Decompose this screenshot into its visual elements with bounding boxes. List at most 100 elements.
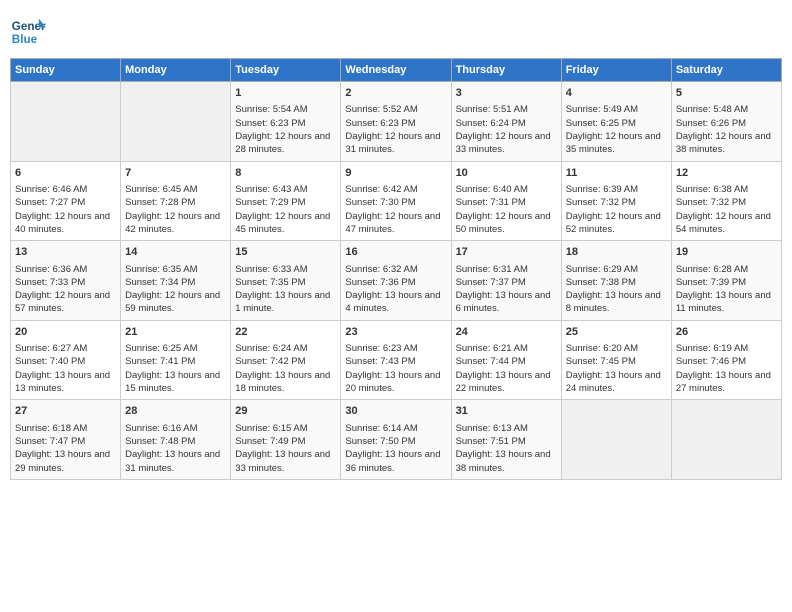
calendar-cell: 3 Sunrise: 5:51 AMSunset: 6:24 PMDaylight… [451, 82, 561, 162]
day-info: Sunrise: 5:51 AMSunset: 6:24 PMDaylight:… [456, 103, 557, 156]
calendar-cell: 4 Sunrise: 5:49 AMSunset: 6:25 PMDaylight… [561, 82, 671, 162]
weekday-header-saturday: Saturday [671, 59, 781, 82]
day-number: 10 [456, 166, 557, 181]
calendar-cell: 7 Sunrise: 6:45 AMSunset: 7:28 PMDaylight… [121, 161, 231, 241]
calendar-cell: 8 Sunrise: 6:43 AMSunset: 7:29 PMDaylight… [231, 161, 341, 241]
calendar-cell: 9 Sunrise: 6:42 AMSunset: 7:30 PMDaylight… [341, 161, 451, 241]
day-info: Sunrise: 6:28 AMSunset: 7:39 PMDaylight:… [676, 263, 777, 316]
day-info: Sunrise: 5:52 AMSunset: 6:23 PMDaylight:… [345, 103, 446, 156]
day-number: 7 [125, 166, 226, 181]
day-number: 29 [235, 404, 336, 419]
calendar-table: SundayMondayTuesdayWednesdayThursdayFrid… [10, 58, 782, 480]
day-number: 23 [345, 325, 446, 340]
day-info: Sunrise: 6:13 AMSunset: 7:51 PMDaylight:… [456, 422, 557, 475]
day-info: Sunrise: 6:31 AMSunset: 7:37 PMDaylight:… [456, 263, 557, 316]
day-number: 20 [15, 325, 116, 340]
day-info: Sunrise: 6:43 AMSunset: 7:29 PMDaylight:… [235, 183, 336, 236]
calendar-cell: 18Sunrise: 6:29 AMSunset: 7:38 PMDayligh… [561, 241, 671, 321]
day-number: 3 [456, 86, 557, 101]
day-info: Sunrise: 6:32 AMSunset: 7:36 PMDaylight:… [345, 263, 446, 316]
calendar-cell: 27 Sunrise: 6:18 AMSunset: 7:47 PMDayligh… [11, 400, 121, 480]
calendar-cell: 2 Sunrise: 5:52 AMSunset: 6:23 PMDaylight… [341, 82, 451, 162]
day-info: Sunrise: 6:46 AMSunset: 7:27 PMDaylight:… [15, 183, 116, 236]
calendar-cell: 16 Sunrise: 6:32 AMSunset: 7:36 PMDayligh… [341, 241, 451, 321]
calendar-cell: 12 Sunrise: 6:38 AMSunset: 7:32 PMDayligh… [671, 161, 781, 241]
day-number: 1 [235, 86, 336, 101]
day-number: 12 [676, 166, 777, 181]
calendar-cell: 31 Sunrise: 6:13 AMSunset: 7:51 PMDayligh… [451, 400, 561, 480]
day-info: Sunrise: 6:40 AMSunset: 7:31 PMDaylight:… [456, 183, 557, 236]
calendar-cell: 21Sunrise: 6:25 AMSunset: 7:41 PMDayligh… [121, 320, 231, 400]
calendar-cell: 20 Sunrise: 6:27 AMSunset: 7:40 PMDayligh… [11, 320, 121, 400]
calendar-cell: 11 Sunrise: 6:39 AMSunset: 7:32 PMDayligh… [561, 161, 671, 241]
calendar-cell [561, 400, 671, 480]
day-number: 2 [345, 86, 446, 101]
weekday-header-friday: Friday [561, 59, 671, 82]
day-number: 4 [566, 86, 667, 101]
day-info: Sunrise: 6:27 AMSunset: 7:40 PMDaylight:… [15, 342, 116, 395]
day-number: 17 [456, 245, 557, 260]
day-number: 6 [15, 166, 116, 181]
svg-text:Blue: Blue [12, 33, 38, 46]
day-info: Sunrise: 6:20 AMSunset: 7:45 PMDaylight:… [566, 342, 667, 395]
day-info: Sunrise: 6:45 AMSunset: 7:28 PMDaylight:… [125, 183, 226, 236]
day-info: Sunrise: 6:25 AMSunset: 7:41 PMDaylight:… [125, 342, 226, 395]
day-number: 22 [235, 325, 336, 340]
day-number: 27 [15, 404, 116, 419]
calendar-cell: 25 Sunrise: 6:20 AMSunset: 7:45 PMDayligh… [561, 320, 671, 400]
day-info: Sunrise: 6:39 AMSunset: 7:32 PMDaylight:… [566, 183, 667, 236]
weekday-header-thursday: Thursday [451, 59, 561, 82]
day-info: Sunrise: 6:21 AMSunset: 7:44 PMDaylight:… [456, 342, 557, 395]
calendar-cell: 5 Sunrise: 5:48 AMSunset: 6:26 PMDaylight… [671, 82, 781, 162]
day-info: Sunrise: 6:14 AMSunset: 7:50 PMDaylight:… [345, 422, 446, 475]
weekday-header-monday: Monday [121, 59, 231, 82]
day-number: 5 [676, 86, 777, 101]
day-info: Sunrise: 6:33 AMSunset: 7:35 PMDaylight:… [235, 263, 336, 316]
day-number: 11 [566, 166, 667, 181]
day-info: Sunrise: 6:24 AMSunset: 7:42 PMDaylight:… [235, 342, 336, 395]
day-info: Sunrise: 5:49 AMSunset: 6:25 PMDaylight:… [566, 103, 667, 156]
page-header: General Blue [10, 10, 782, 50]
day-info: Sunrise: 6:29 AMSunset: 7:38 PMDaylight:… [566, 263, 667, 316]
day-number: 16 [345, 245, 446, 260]
day-info: Sunrise: 6:19 AMSunset: 7:46 PMDaylight:… [676, 342, 777, 395]
calendar-cell [671, 400, 781, 480]
calendar-cell: 14Sunrise: 6:35 AMSunset: 7:34 PMDayligh… [121, 241, 231, 321]
day-info: Sunrise: 6:38 AMSunset: 7:32 PMDaylight:… [676, 183, 777, 236]
calendar-cell: 15 Sunrise: 6:33 AMSunset: 7:35 PMDayligh… [231, 241, 341, 321]
day-number: 19 [676, 245, 777, 260]
calendar-cell: 17 Sunrise: 6:31 AMSunset: 7:37 PMDayligh… [451, 241, 561, 321]
calendar-cell: 26 Sunrise: 6:19 AMSunset: 7:46 PMDayligh… [671, 320, 781, 400]
day-info: Sunrise: 6:18 AMSunset: 7:47 PMDaylight:… [15, 422, 116, 475]
weekday-header-wednesday: Wednesday [341, 59, 451, 82]
day-number: 13 [15, 245, 116, 260]
day-info: Sunrise: 6:42 AMSunset: 7:30 PMDaylight:… [345, 183, 446, 236]
day-info: Sunrise: 6:36 AMSunset: 7:33 PMDaylight:… [15, 263, 116, 316]
day-number: 30 [345, 404, 446, 419]
day-info: Sunrise: 6:16 AMSunset: 7:48 PMDaylight:… [125, 422, 226, 475]
day-number: 25 [566, 325, 667, 340]
calendar-cell: 29 Sunrise: 6:15 AMSunset: 7:49 PMDayligh… [231, 400, 341, 480]
weekday-header-sunday: Sunday [11, 59, 121, 82]
day-number: 28 [125, 404, 226, 419]
day-number: 26 [676, 325, 777, 340]
day-info: Sunrise: 6:15 AMSunset: 7:49 PMDaylight:… [235, 422, 336, 475]
calendar-cell: 23 Sunrise: 6:23 AMSunset: 7:43 PMDayligh… [341, 320, 451, 400]
calendar-cell [11, 82, 121, 162]
day-info: Sunrise: 6:35 AMSunset: 7:34 PMDaylight:… [125, 263, 226, 316]
calendar-cell: 22 Sunrise: 6:24 AMSunset: 7:42 PMDayligh… [231, 320, 341, 400]
day-number: 24 [456, 325, 557, 340]
calendar-cell: 30 Sunrise: 6:14 AMSunset: 7:50 PMDayligh… [341, 400, 451, 480]
calendar-cell [121, 82, 231, 162]
calendar-cell: 13 Sunrise: 6:36 AMSunset: 7:33 PMDayligh… [11, 241, 121, 321]
day-number: 9 [345, 166, 446, 181]
calendar-cell: 1 Sunrise: 5:54 AMSunset: 6:23 PMDaylight… [231, 82, 341, 162]
day-number: 31 [456, 404, 557, 419]
day-info: Sunrise: 6:23 AMSunset: 7:43 PMDaylight:… [345, 342, 446, 395]
day-info: Sunrise: 5:48 AMSunset: 6:26 PMDaylight:… [676, 103, 777, 156]
day-info: Sunrise: 5:54 AMSunset: 6:23 PMDaylight:… [235, 103, 336, 156]
day-number: 8 [235, 166, 336, 181]
calendar-cell: 24 Sunrise: 6:21 AMSunset: 7:44 PMDayligh… [451, 320, 561, 400]
day-number: 15 [235, 245, 336, 260]
calendar-cell: 10 Sunrise: 6:40 AMSunset: 7:31 PMDayligh… [451, 161, 561, 241]
